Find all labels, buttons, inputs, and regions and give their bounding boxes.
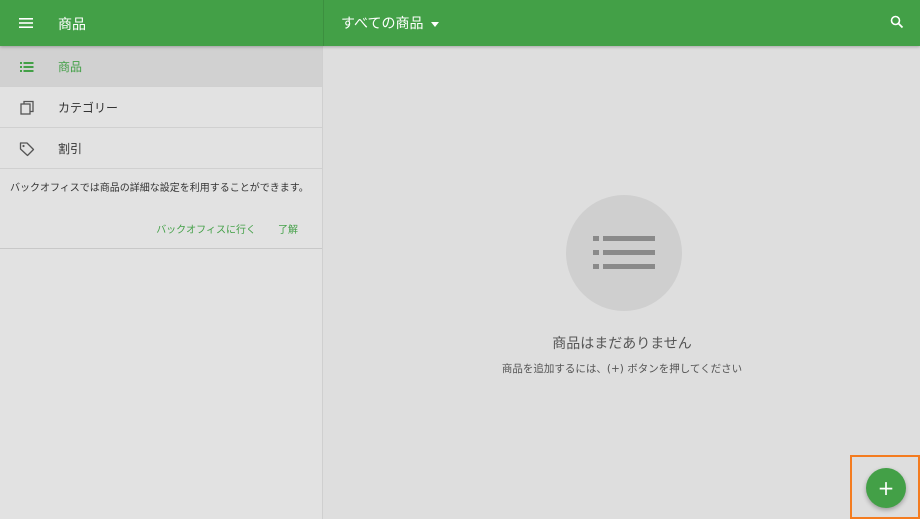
sidebar-item-label: 割引 [58, 141, 83, 156]
sidebar-item-discounts[interactable]: 割引 [0, 128, 322, 169]
backoffice-notice: バックオフィスでは商品の詳細な設定を利用することができます。 バックオフィスに行… [0, 169, 322, 249]
notice-actions: バックオフィスに行く 了解 [156, 221, 298, 236]
appbar-divider [323, 0, 324, 46]
sidebar-item-categories[interactable]: カテゴリー [0, 87, 322, 128]
empty-state-title: 商品はまだありません [552, 336, 692, 352]
app-bar: 商品 すべての商品 [0, 0, 920, 46]
main-content: 商品はまだありません 商品を追加するには、(+) ボタンを押してください [324, 46, 920, 519]
dismiss-notice-button[interactable]: 了解 [278, 221, 298, 236]
notice-message: バックオフィスでは商品の詳細な設定を利用することができます。 [10, 183, 309, 194]
tag-icon [18, 140, 36, 158]
filter-label: すべての商品 [341, 16, 424, 32]
empty-state-illustration [566, 195, 682, 311]
go-backoffice-link[interactable]: バックオフィスに行く [156, 221, 256, 236]
hamburger-menu-icon [19, 18, 33, 28]
search-button[interactable] [890, 14, 908, 32]
list-icon [18, 58, 36, 76]
copy-icon [18, 99, 36, 117]
add-product-button[interactable]: + [866, 468, 906, 508]
dropdown-caret-icon [431, 21, 440, 27]
menu-button[interactable] [10, 8, 42, 38]
list-icon [593, 236, 655, 269]
page-title: 商品 [58, 17, 86, 33]
plus-icon: + [877, 476, 895, 500]
sidebar: 商品 カテゴリー 割引 バックオフィスでは商品の詳細な設定を利用することができま… [0, 46, 323, 519]
empty-state-subtitle: 商品を追加するには、(+) ボタンを押してください [501, 363, 743, 375]
sidebar-item-label: カテゴリー [58, 100, 119, 115]
category-filter-dropdown[interactable]: すべての商品 [341, 13, 440, 33]
search-icon [890, 15, 904, 29]
sidebar-item-label: 商品 [58, 59, 83, 74]
sidebar-item-products[interactable]: 商品 [0, 46, 322, 87]
